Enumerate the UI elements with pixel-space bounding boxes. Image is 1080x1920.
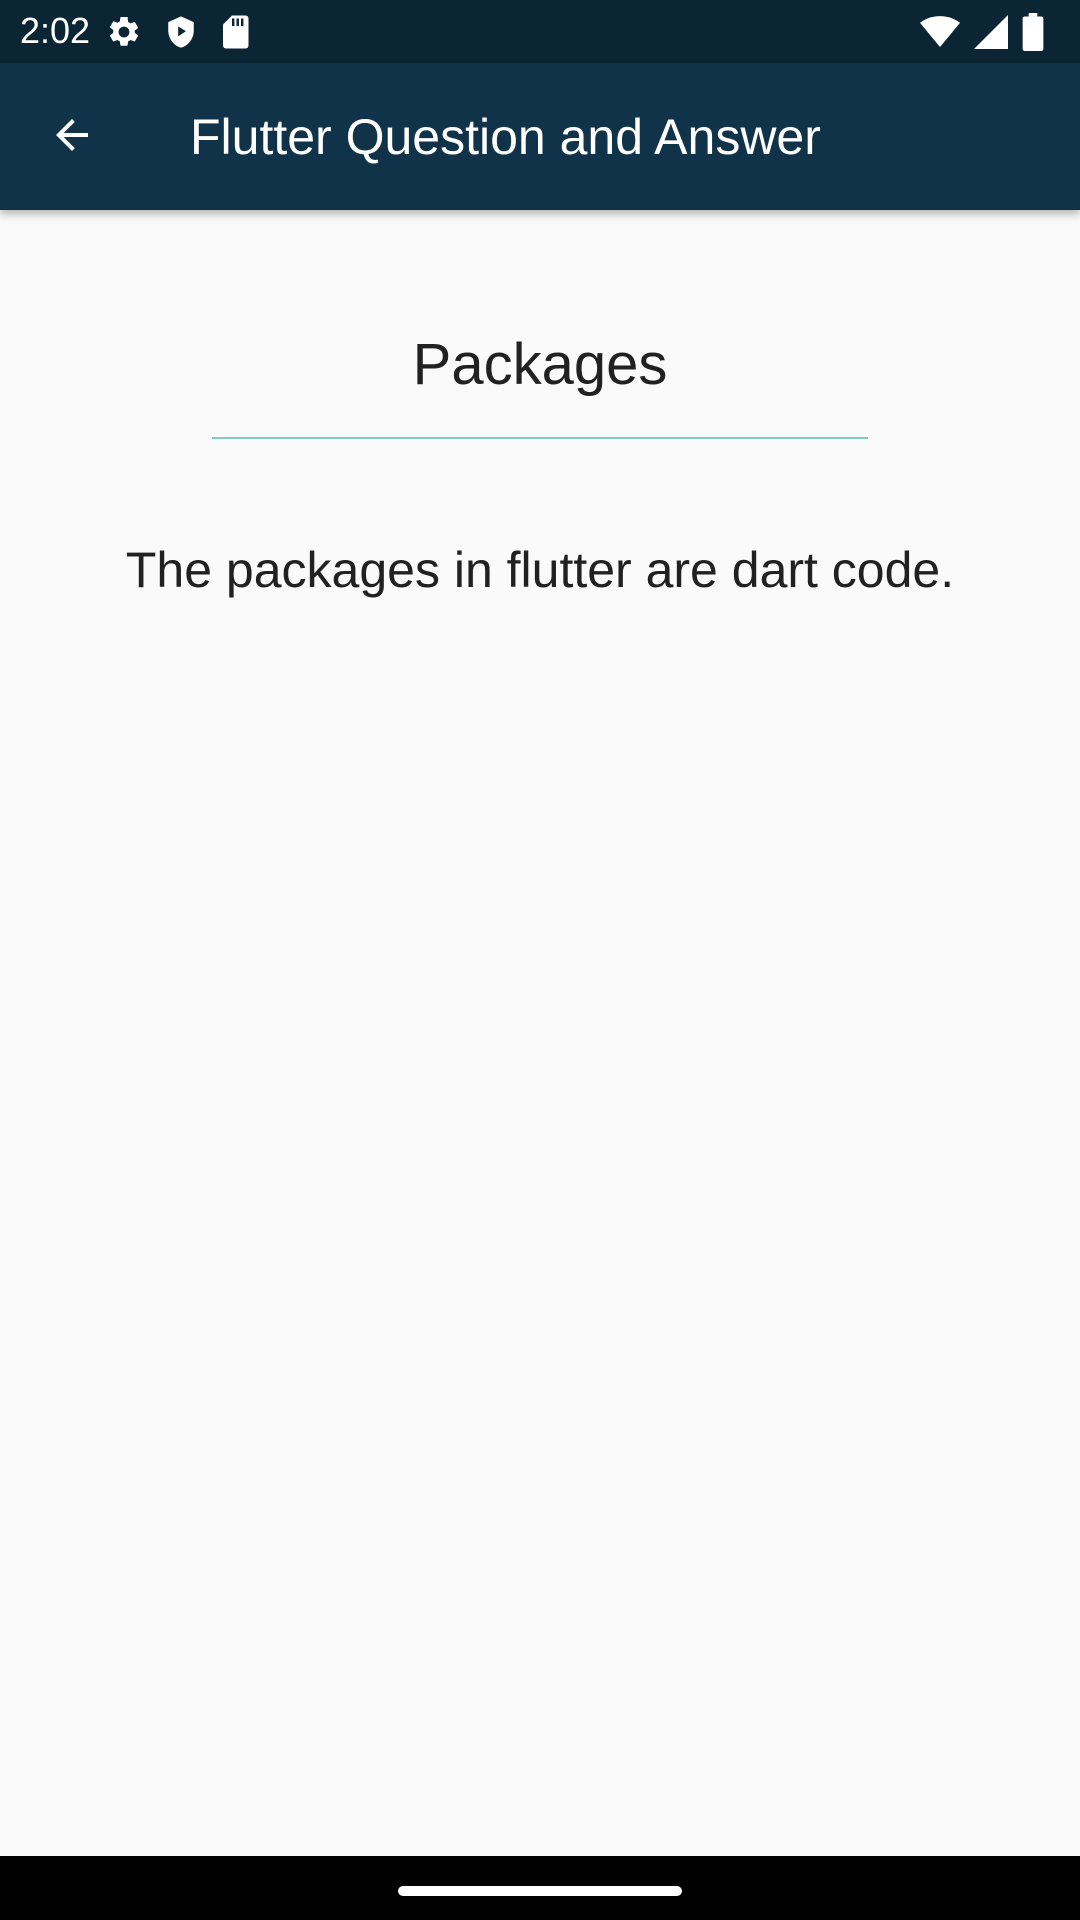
screen: 2:02 Flutter Question and Answer Package… [0, 0, 1080, 1920]
app-bar: Flutter Question and Answer [0, 63, 1080, 210]
signal-icon [974, 15, 1008, 49]
page-title: Flutter Question and Answer [190, 109, 821, 165]
navigation-bar [0, 1856, 1080, 1920]
arrow-back-icon [48, 111, 96, 164]
sd-card-icon [220, 14, 250, 50]
question-heading: Packages [412, 332, 668, 397]
heading-divider [212, 437, 868, 439]
status-system-icons [920, 12, 1044, 52]
question-content: Packages The packages in flutter are dar… [0, 210, 1080, 1856]
wifi-icon [920, 15, 960, 49]
back-button[interactable] [30, 95, 114, 179]
status-notification-icons [106, 12, 250, 52]
shield-icon [164, 14, 198, 50]
status-time: 2:02 [20, 10, 91, 51]
battery-icon [1022, 13, 1044, 51]
gear-icon [106, 14, 142, 50]
answer-text: The packages in flutter are dart code. [125, 542, 955, 598]
status-bar: 2:02 [0, 0, 1080, 63]
home-indicator[interactable] [398, 1886, 682, 1896]
